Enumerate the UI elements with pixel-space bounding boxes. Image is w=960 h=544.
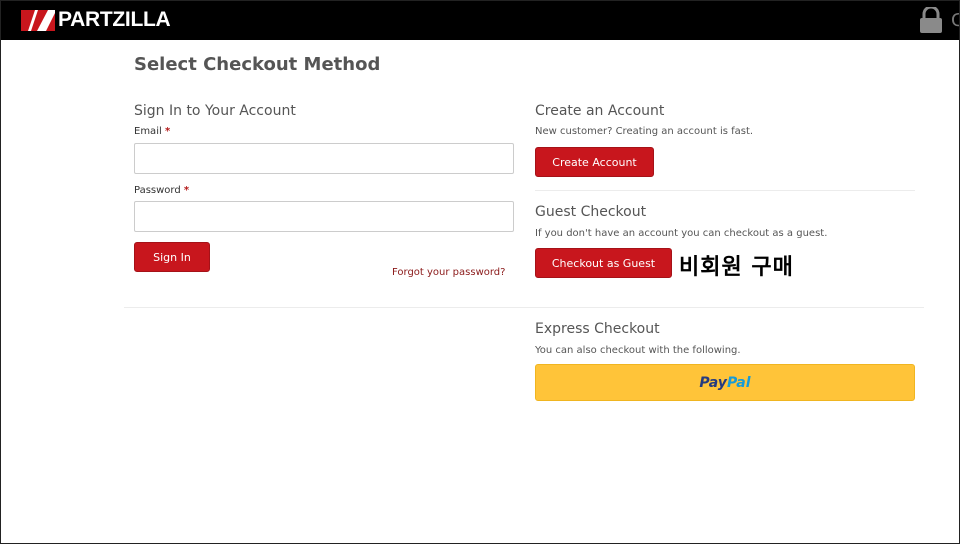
required-mark: * xyxy=(183,185,190,196)
lock-icon xyxy=(920,7,942,33)
partzilla-mark-icon xyxy=(21,9,55,31)
header-cut-off-text: C xyxy=(951,10,960,31)
required-mark: * xyxy=(164,126,171,137)
email-label: Email * xyxy=(134,126,170,137)
paypal-logo-pal: Pal xyxy=(726,374,751,391)
guest-annotation: 비회원 구매 xyxy=(679,255,794,280)
password-input[interactable] xyxy=(134,201,514,232)
create-account-description: New customer? Creating an account is fas… xyxy=(535,126,754,137)
paypal-button[interactable]: PayPal xyxy=(535,364,915,401)
sign-in-button[interactable]: Sign In xyxy=(134,242,210,272)
sign-in-title: Sign In to Your Account xyxy=(134,103,296,119)
forgot-password-link[interactable]: Forgot your password? xyxy=(392,267,505,278)
partzilla-logo[interactable]: PARTZILLA xyxy=(21,8,171,32)
paypal-logo-pay: Pay xyxy=(699,374,727,391)
guest-checkout-title: Guest Checkout xyxy=(535,204,647,220)
email-input[interactable] xyxy=(134,143,514,174)
email-label-text: Email xyxy=(134,126,162,137)
page-title: Select Checkout Method xyxy=(134,54,381,75)
password-label: Password * xyxy=(134,185,189,196)
express-checkout-title: Express Checkout xyxy=(535,321,660,337)
checkout-as-guest-button[interactable]: Checkout as Guest xyxy=(535,248,672,278)
create-account-title: Create an Account xyxy=(535,103,665,119)
top-header: PARTZILLA C xyxy=(0,0,960,40)
brand-name: PARTZILLA xyxy=(58,8,171,31)
main-divider xyxy=(124,307,924,308)
password-label-text: Password xyxy=(134,185,181,196)
express-checkout-description: You can also checkout with the following… xyxy=(535,345,741,356)
paypal-logo: PayPal xyxy=(699,375,750,391)
create-account-button[interactable]: Create Account xyxy=(535,147,654,177)
section-divider xyxy=(535,190,915,191)
guest-checkout-description: If you don't have an account you can che… xyxy=(535,228,828,239)
